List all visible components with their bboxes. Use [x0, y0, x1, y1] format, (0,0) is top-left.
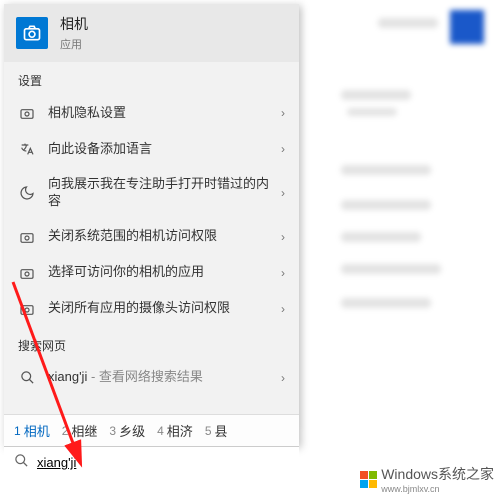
chevron-right-icon: › — [281, 266, 285, 280]
chevron-right-icon: › — [281, 106, 285, 120]
web-search-label: xiang'ji - 查看网络搜索结果 — [48, 369, 275, 386]
moon-icon — [18, 184, 36, 202]
camera-icon — [18, 104, 36, 122]
search-results-panel: 相机 应用 设置 相机隐私设置 › 向此设备添加语言 › 向我展示我在专注助手打… — [4, 4, 299, 446]
chevron-right-icon: › — [281, 371, 285, 385]
camera-icon — [18, 228, 36, 246]
watermark: Windows系统之家 www.bjmlxv.cn — [360, 464, 494, 494]
watermark-url: www.bjmlxv.cn — [381, 484, 494, 494]
settings-item-camera-privacy[interactable]: 相机隐私设置 › — [4, 95, 299, 131]
camera-icon — [18, 264, 36, 282]
search-icon — [18, 369, 36, 387]
chevron-right-icon: › — [281, 302, 285, 316]
ime-candidate-1[interactable]: 1 相机 — [8, 421, 56, 440]
ime-candidate-bar[interactable]: 1 相机 2 相继 3 乡级 4 相济 5 县 — [4, 414, 299, 446]
settings-item-label: 向此设备添加语言 — [48, 141, 275, 158]
watermark-brand: Windows — [381, 466, 438, 482]
settings-item-label: 选择可访问你的相机的应用 — [48, 264, 275, 281]
ime-candidate-4[interactable]: 4 相济 — [151, 421, 199, 440]
settings-item-focus-assist[interactable]: 向我展示我在专注助手打开时错过的内容 › — [4, 167, 299, 219]
ime-candidate-5[interactable]: 5 县 — [199, 421, 234, 440]
search-icon — [14, 453, 29, 473]
web-search-term: xiang'ji — [48, 369, 87, 384]
camera-app-icon — [16, 17, 48, 49]
web-search-item[interactable]: xiang'ji - 查看网络搜索结果 › — [4, 360, 299, 396]
windows-logo-icon — [360, 471, 377, 488]
watermark-tagline: 系统之家 — [438, 466, 494, 482]
background-panel — [300, 0, 500, 430]
camera-icon — [18, 300, 36, 318]
language-icon — [18, 140, 36, 158]
settings-item-disable-system-camera[interactable]: 关闭系统范围的相机访问权限 › — [4, 219, 299, 255]
chevron-right-icon: › — [281, 230, 285, 244]
chevron-right-icon: › — [281, 186, 285, 200]
settings-item-label: 关闭所有应用的摄像头访问权限 — [48, 300, 275, 317]
ime-candidate-3[interactable]: 3 乡级 — [103, 421, 151, 440]
settings-item-label: 向我展示我在专注助手打开时错过的内容 — [48, 176, 275, 210]
section-web-label: 搜索网页 — [4, 327, 299, 360]
settings-item-label: 关闭系统范围的相机访问权限 — [48, 228, 275, 245]
settings-item-label: 相机隐私设置 — [48, 105, 275, 122]
settings-item-disable-all-camera[interactable]: 关闭所有应用的摄像头访问权限 › — [4, 291, 299, 327]
best-match-subtitle: 应用 — [60, 36, 88, 52]
chevron-right-icon: › — [281, 142, 285, 156]
search-input[interactable] — [37, 455, 289, 470]
search-bar[interactable] — [4, 446, 299, 478]
settings-item-add-language[interactable]: 向此设备添加语言 › — [4, 131, 299, 167]
settings-item-choose-apps[interactable]: 选择可访问你的相机的应用 › — [4, 255, 299, 291]
best-match-title: 相机 — [60, 14, 88, 34]
ime-candidate-2[interactable]: 2 相继 — [56, 421, 104, 440]
web-search-hint: - 查看网络搜索结果 — [87, 369, 203, 384]
section-settings-label: 设置 — [4, 62, 299, 95]
best-match-item[interactable]: 相机 应用 — [4, 4, 299, 62]
